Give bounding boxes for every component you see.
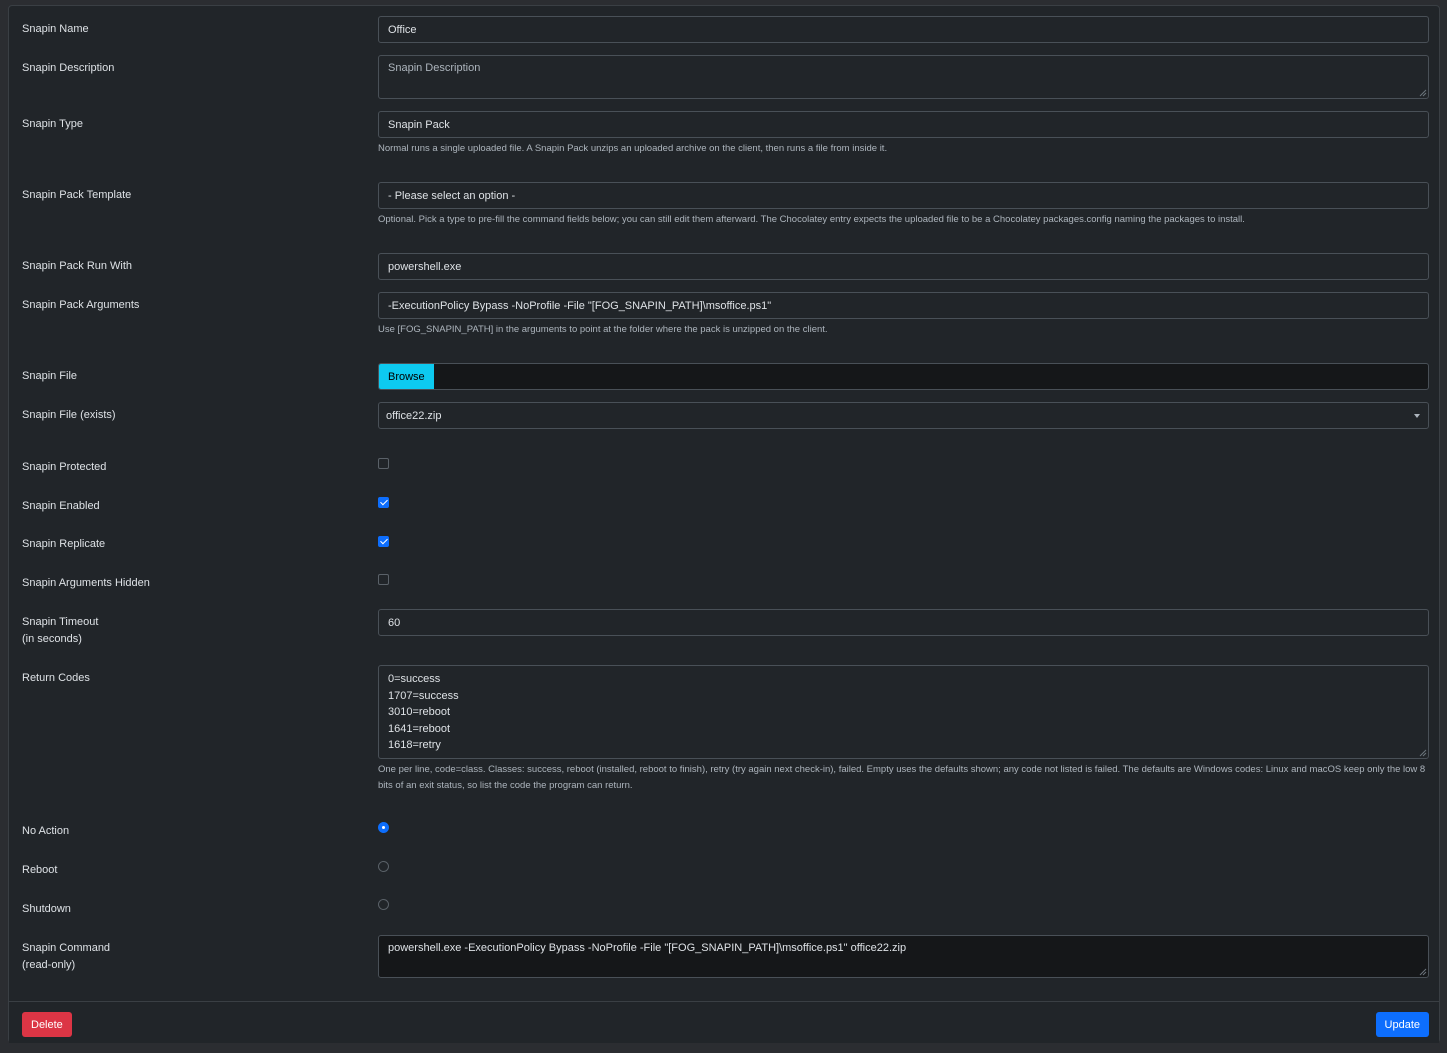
snapin-file-exists-label: Snapin File (exists) [22, 409, 116, 421]
snapin-arguments-hidden-checkbox[interactable] [378, 574, 389, 585]
no-action-radio[interactable] [378, 822, 389, 833]
snapin-edit-panel: Snapin Name Office Snapin Description Sn… [8, 5, 1440, 1043]
snapin-name-value: Office [388, 23, 417, 36]
snapin-pack-run-with-input[interactable]: powershell.exe [378, 253, 1429, 280]
snapin-pack-arguments-value: -ExecutionPolicy Bypass -NoProfile -File… [388, 299, 772, 312]
snapin-timeout-label: Snapin Timeout (in seconds) [22, 616, 99, 645]
snapin-pack-template-help: Optional. Pick a type to pre-fill the co… [378, 214, 1245, 225]
reboot-radio[interactable] [378, 861, 389, 872]
snapin-arguments-hidden-label: Snapin Arguments Hidden [22, 577, 150, 589]
chevron-down-icon [1414, 414, 1420, 418]
update-button[interactable]: Update [1375, 1012, 1429, 1037]
snapin-pack-arguments-label: Snapin Pack Arguments [22, 299, 140, 311]
browse-button[interactable]: Browse [379, 364, 434, 389]
snapin-command-textarea[interactable]: powershell.exe -ExecutionPolicy Bypass -… [378, 935, 1429, 978]
snapin-timeout-input[interactable]: 60 [378, 609, 1429, 636]
snapin-description-label: Snapin Description [22, 62, 115, 74]
return-code-line: 3010=reboot [388, 706, 451, 719]
return-codes-label: Return Codes [22, 672, 90, 684]
snapin-name-label: Snapin Name [22, 23, 89, 35]
snapin-pack-template-value: - Please select an option - [388, 189, 516, 202]
snapin-file-label: Snapin File [22, 370, 78, 382]
snapin-pack-template-select[interactable]: - Please select an option - [378, 182, 1429, 209]
snapin-description-textarea[interactable]: Snapin Description [378, 55, 1429, 99]
snapin-pack-run-with-label: Snapin Pack Run With [22, 260, 133, 272]
snapin-description-placeholder: Snapin Description [388, 62, 481, 74]
snapin-enabled-label: Snapin Enabled [22, 500, 100, 512]
return-code-line: 1618=retry [388, 739, 441, 752]
snapin-file-exists-value: office22.zip [386, 409, 442, 422]
snapin-command-value: powershell.exe -ExecutionPolicy Bypass -… [388, 942, 907, 954]
reboot-label: Reboot [22, 864, 58, 876]
snapin-type-select[interactable]: Snapin Pack [378, 111, 1429, 138]
shutdown-label: Shutdown [22, 903, 71, 915]
snapin-pack-run-with-value: powershell.exe [388, 260, 462, 273]
snapin-file-exists-select[interactable]: office22.zip [378, 402, 1429, 429]
snapin-protected-label: Snapin Protected [22, 461, 107, 473]
resize-grip-icon[interactable] [1419, 968, 1427, 976]
snapin-pack-arguments-help: Use [FOG_SNAPIN_PATH] in the arguments t… [378, 324, 828, 335]
snapin-replicate-checkbox[interactable] [378, 536, 389, 547]
return-code-line: 0=success [388, 673, 441, 685]
snapin-file-input[interactable]: Browse [378, 363, 1429, 390]
snapin-type-value: Snapin Pack [388, 118, 450, 131]
resize-grip-icon[interactable] [1419, 749, 1427, 757]
snapin-timeout-value: 60 [388, 616, 401, 629]
shutdown-radio[interactable] [378, 899, 389, 910]
return-code-line: 1707=success [388, 689, 459, 702]
snapin-protected-checkbox[interactable] [378, 458, 389, 469]
return-codes-textarea[interactable]: 0=success 1707=success 3010=reboot 1641=… [378, 665, 1429, 759]
snapin-command-label: Snapin Command (read-only) [22, 942, 111, 971]
return-code-line: 1641=reboot [388, 722, 451, 735]
snapin-replicate-label: Snapin Replicate [22, 538, 106, 550]
no-action-label: No Action [22, 825, 70, 837]
snapin-pack-template-label: Snapin Pack Template [22, 189, 132, 201]
delete-button[interactable]: Delete [22, 1012, 72, 1037]
snapin-enabled-checkbox[interactable] [378, 497, 389, 508]
return-codes-help: One per line, code=class. Classes: succe… [378, 764, 1426, 791]
snapin-type-help: Normal runs a single uploaded file. A Sn… [378, 143, 888, 154]
resize-grip-icon[interactable] [1419, 89, 1427, 97]
snapin-name-input[interactable]: Office [378, 16, 1429, 43]
panel-footer: Delete Update [9, 1001, 1439, 1043]
snapin-type-label: Snapin Type [22, 118, 83, 130]
snapin-pack-arguments-input[interactable]: -ExecutionPolicy Bypass -NoProfile -File… [378, 292, 1429, 319]
